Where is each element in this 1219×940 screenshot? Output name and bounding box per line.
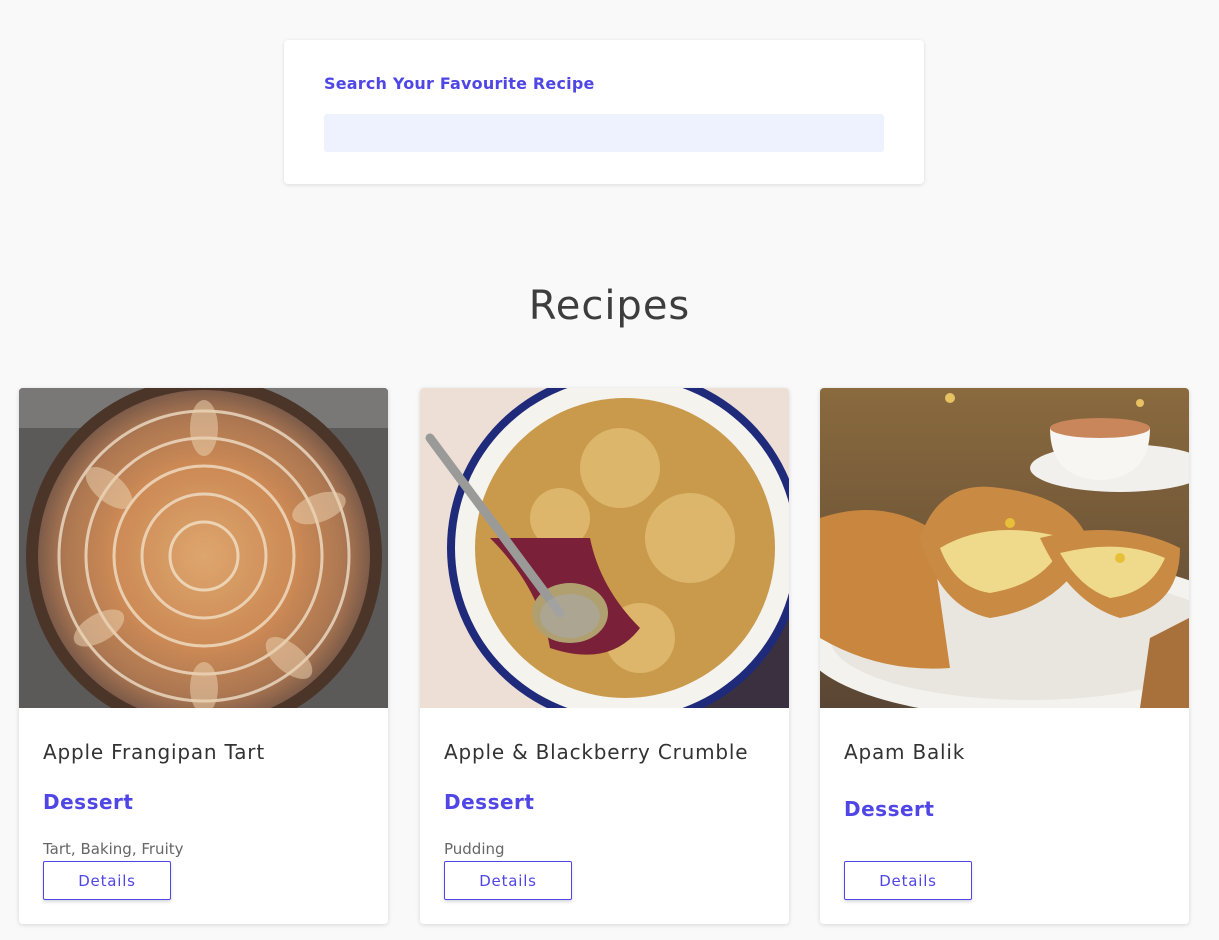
recipe-category: Dessert [844, 797, 935, 821]
recipe-card: Apple Frangipan Tart Dessert Tart, Bakin… [19, 388, 388, 924]
recipe-tags: Tart, Baking, Fruity [43, 840, 184, 858]
recipe-tags: Pudding [444, 840, 505, 858]
recipe-title: Apple Frangipan Tart [43, 740, 265, 764]
apam-balik-image [820, 388, 1189, 708]
page-title: Recipes [528, 283, 691, 329]
details-button[interactable]: Details [43, 861, 171, 900]
details-button[interactable]: Details [844, 861, 972, 900]
recipe-image[interactable] [820, 388, 1189, 708]
recipe-image[interactable] [19, 388, 388, 708]
search-label: Search Your Favourite Recipe [324, 74, 595, 93]
recipe-category: Dessert [444, 790, 535, 814]
search-input[interactable] [324, 114, 884, 152]
recipe-title: Apple & Blackberry Crumble [444, 740, 749, 764]
recipe-category: Dessert [43, 790, 134, 814]
details-button[interactable]: Details [444, 861, 572, 900]
recipe-card: Apple & Blackberry Crumble Dessert Puddi… [420, 388, 789, 924]
search-card: Search Your Favourite Recipe [284, 40, 924, 184]
recipe-card: Apam Balik Dessert Details [820, 388, 1189, 924]
crumble-image [420, 388, 789, 708]
recipe-image[interactable] [420, 388, 789, 708]
tart-image [19, 388, 388, 708]
recipe-title: Apam Balik [844, 740, 966, 764]
